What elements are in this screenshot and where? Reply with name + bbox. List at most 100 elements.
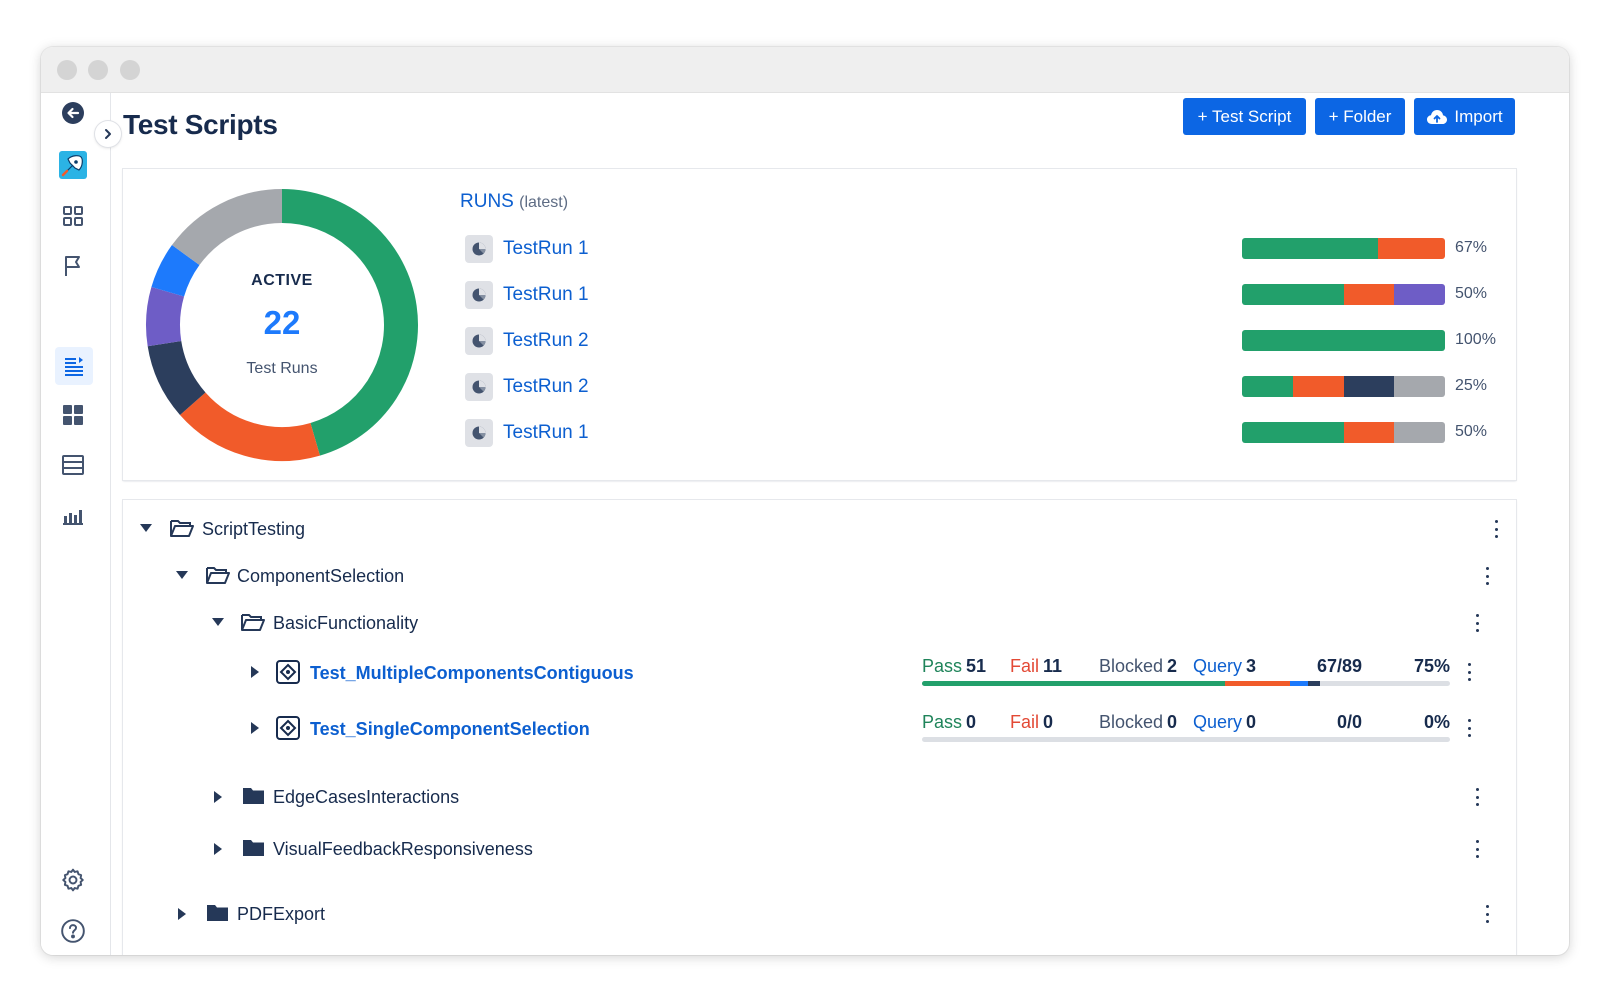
more-options-icon[interactable] [1465, 661, 1473, 683]
pie-chart-icon [465, 327, 493, 355]
run-name[interactable]: TestRun 1 [503, 422, 589, 444]
run-bar-segment [1394, 422, 1445, 443]
donut-caption: Test Runs [246, 360, 318, 377]
folder-row-componentselection[interactable]: ComponentSelection [123, 562, 1516, 592]
pie-chart-icon [465, 281, 493, 309]
flag-icon[interactable] [58, 251, 88, 281]
run-name[interactable]: TestRun 1 [503, 238, 589, 260]
caret-right-icon[interactable] [251, 722, 259, 734]
caret-right-icon[interactable] [178, 908, 186, 920]
help-icon[interactable] [58, 916, 88, 946]
script-bar-segment [1307, 681, 1320, 686]
run-progress-bar [1242, 238, 1445, 259]
gear-icon[interactable] [58, 865, 88, 895]
caret-down-icon[interactable] [176, 571, 188, 579]
add-folder-label: + Folder [1328, 106, 1392, 126]
run-progress-bar [1242, 330, 1445, 351]
more-options-icon[interactable] [1473, 838, 1481, 860]
run-percentage: 50% [1455, 423, 1488, 440]
run-row[interactable]: TestRun 2 25% [465, 372, 1505, 402]
pass-stat: Pass 0 [922, 712, 977, 732]
script-progress-bar [922, 737, 1450, 742]
query-stat: Query 3 [1193, 656, 1257, 676]
folder-label: VisualFeedbackResponsiveness [273, 839, 533, 859]
fail-stat: Fail 0 [1010, 712, 1054, 732]
run-name[interactable]: TestRun 2 [503, 330, 589, 352]
run-name[interactable]: TestRun 1 [503, 284, 589, 306]
folder-row-visualfeedback[interactable]: VisualFeedbackResponsiveness [123, 835, 1516, 865]
script-row[interactable]: Test_SingleComponentSelection Pass 0 Fail… [123, 712, 1516, 752]
rocket-logo-icon[interactable] [58, 150, 88, 180]
run-row[interactable]: TestRun 1 50% [465, 280, 1505, 310]
more-options-icon[interactable] [1483, 903, 1491, 925]
run-bar-segment [1378, 238, 1445, 259]
donut-status-label: ACTIVE [251, 272, 313, 289]
window-close-dot[interactable] [57, 60, 77, 80]
run-row[interactable]: TestRun 1 67% [465, 234, 1505, 264]
run-bar-segment [1394, 376, 1445, 397]
back-arrow-icon[interactable] [58, 98, 88, 128]
import-button[interactable]: Import [1414, 98, 1515, 135]
cloud-upload-icon [1427, 109, 1448, 124]
caret-down-icon[interactable] [212, 618, 224, 626]
script-row[interactable]: Test_MultipleComponentsContiguous Pass 51… [123, 656, 1516, 696]
test-script-icon [276, 716, 300, 740]
sidebar-expand-button[interactable] [95, 121, 121, 147]
caret-right-icon[interactable] [214, 843, 222, 855]
run-name[interactable]: TestRun 2 [503, 376, 589, 398]
runs-subtitle: (latest) [519, 194, 569, 211]
folder-closed-icon [207, 905, 228, 921]
caret-right-icon[interactable] [214, 791, 222, 803]
runs-title: RUNS [460, 191, 514, 212]
list-icon[interactable] [55, 347, 93, 385]
executed-ratio: 67/89 [1316, 656, 1362, 676]
grid-icon[interactable] [58, 201, 88, 231]
runs-heading: RUNS (latest) [460, 191, 568, 213]
run-bar-segment [1242, 422, 1344, 443]
more-options-icon[interactable] [1465, 717, 1473, 739]
run-percentage: 100% [1455, 331, 1496, 348]
script-bar-segment [1224, 681, 1290, 686]
run-bar-segment [1343, 284, 1395, 305]
window-titlebar [41, 47, 1569, 93]
folder-open-icon [206, 567, 230, 584]
folder-row-pdfexport[interactable]: PDFExport [123, 900, 1516, 930]
blocked-stat: Blocked 2 [1099, 656, 1178, 676]
page-title: Test Scripts [123, 109, 278, 140]
script-name[interactable]: Test_MultipleComponentsContiguous [310, 663, 634, 684]
run-row[interactable]: TestRun 2 100% [465, 326, 1505, 356]
run-bar-segment [1242, 238, 1378, 259]
more-options-icon[interactable] [1483, 565, 1491, 587]
chevron-right-icon [105, 129, 111, 139]
executed-ratio: 0/0 [1336, 712, 1362, 732]
dashboard-icon[interactable] [58, 400, 88, 430]
window-minimize-dot[interactable] [88, 60, 108, 80]
query-stat: Query 0 [1193, 712, 1257, 732]
folder-row-edgecases[interactable]: EdgeCasesInteractions [123, 783, 1516, 813]
run-percentage: 67% [1455, 239, 1488, 256]
run-bar-segment [1242, 330, 1445, 351]
more-options-icon[interactable] [1473, 786, 1481, 808]
pie-chart-icon [465, 419, 493, 447]
folder-label: ScriptTesting [202, 519, 306, 539]
runs-summary-card: ACTIVE 22 Test Runs RUNS (latest) TestRu… [123, 169, 1516, 480]
table-icon[interactable] [58, 450, 88, 480]
script-name[interactable]: Test_SingleComponentSelection [310, 719, 590, 740]
run-progress-bar [1242, 376, 1445, 397]
run-bar-segment [1242, 376, 1293, 397]
folder-row-basicfunctionality[interactable]: BasicFunctionality [123, 609, 1516, 639]
more-options-icon[interactable] [1492, 518, 1500, 540]
more-options-icon[interactable] [1473, 612, 1481, 634]
bar-chart-icon[interactable] [58, 501, 88, 531]
caret-right-icon[interactable] [251, 666, 259, 678]
folder-row-scripttesting[interactable]: ScriptTesting [123, 515, 1516, 545]
window-zoom-dot[interactable] [120, 60, 140, 80]
run-row[interactable]: TestRun 1 50% [465, 418, 1505, 448]
import-label: Import [1454, 106, 1503, 126]
script-bar-segment [1290, 681, 1308, 686]
caret-down-icon[interactable] [140, 524, 152, 532]
blocked-stat: Blocked 0 [1099, 712, 1178, 732]
folder-closed-icon [243, 840, 264, 856]
add-test-script-button[interactable]: + Test Script [1183, 98, 1306, 135]
add-folder-button[interactable]: + Folder [1315, 98, 1405, 135]
